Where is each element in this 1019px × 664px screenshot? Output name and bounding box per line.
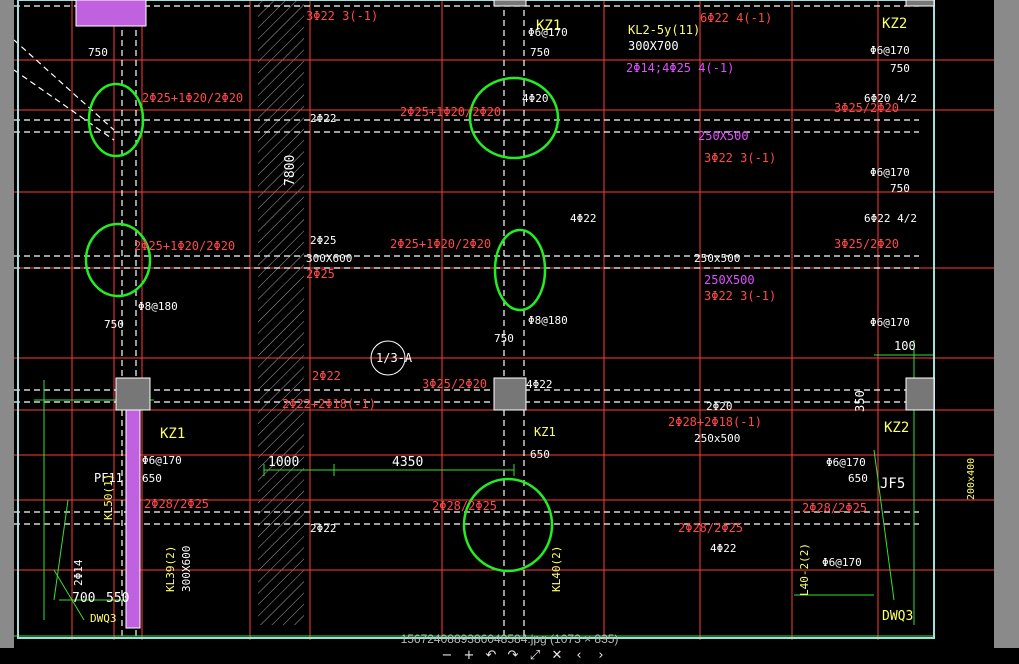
rebar-g1: 4Φ20 bbox=[522, 92, 549, 105]
prev-icon[interactable]: ‹ bbox=[570, 649, 588, 663]
rebar-r8: 2Φ25 bbox=[306, 267, 335, 281]
dimension-7800: 7800 bbox=[283, 155, 298, 186]
rebar-g3: 6Φ22 4/2 bbox=[864, 212, 917, 225]
rebar-r1: 2Φ25+1Φ20/2Φ20 bbox=[400, 105, 501, 119]
rebar-g5: 2Φ20 bbox=[706, 400, 733, 413]
l40-label: L40-2(2) bbox=[798, 543, 811, 596]
rebar-3d: 3Φ22 3(-1) bbox=[704, 289, 776, 303]
rebar-r7: 2Φ22 bbox=[312, 369, 341, 383]
rebar-g11: 2Φ22 bbox=[310, 522, 337, 535]
dim-750-e: 750 bbox=[104, 318, 124, 331]
rebar-r3: 2Φ25+1Φ20/2Φ20 bbox=[390, 237, 491, 251]
section-4: 250x500 bbox=[694, 252, 740, 265]
kz-mid-label: KZ1 bbox=[534, 425, 556, 439]
column-top-right bbox=[905, 0, 935, 7]
delete-icon[interactable]: ✕ bbox=[548, 649, 566, 663]
dim-750-f: 750 bbox=[494, 332, 514, 345]
highlight-circle-3 bbox=[84, 222, 152, 298]
axis-label: 1/3-A bbox=[376, 351, 413, 365]
cad-drawing-image[interactable]: 1/3-A KZ1 KZ2 KL2-5y(11) 300X700 2Φ14;4Φ… bbox=[14, 0, 994, 648]
section-1: 250X500 bbox=[698, 129, 749, 143]
dim-650-a: 650 bbox=[142, 472, 162, 485]
stirrup-2: Φ6@170 bbox=[870, 44, 910, 57]
kz2-mid-label: KZ2 bbox=[884, 420, 909, 436]
kl50-label: KL50(1) bbox=[102, 474, 115, 520]
dim-650-c: 650 bbox=[848, 472, 868, 485]
rebar-r11: 2Φ28/2Φ25 bbox=[802, 501, 867, 515]
stirrup-9: Φ6@170 bbox=[822, 556, 862, 569]
stirrup-4: Φ6@170 bbox=[870, 316, 910, 329]
zoom-out-icon[interactable]: − bbox=[438, 649, 456, 663]
stirrup-1: Φ6@170 bbox=[528, 26, 568, 39]
dim-650-b: 650 bbox=[530, 448, 550, 461]
kl2-label: KL2-5y(11) bbox=[628, 23, 700, 37]
rebar-g7: 2Φ14 bbox=[72, 559, 85, 586]
rebar-3c: 3Φ22 3(-1) bbox=[704, 151, 776, 165]
rebar-g8: 4Φ22 bbox=[710, 542, 737, 555]
zoom-in-icon[interactable]: + bbox=[460, 649, 478, 663]
rebar-r12: 2Φ28+2Φ18(-1) bbox=[668, 415, 762, 429]
rebar-r15: 2Φ22+2Φ18(-1) bbox=[282, 397, 376, 411]
kl40-label: KL40(2) bbox=[550, 546, 563, 592]
rebar-r4: 2Φ25+1Φ20/2Φ20 bbox=[134, 239, 235, 253]
stirrup-3: Φ6@170 bbox=[870, 166, 910, 179]
rebar-r6: 3Φ25/2Φ20 bbox=[834, 237, 899, 251]
next-icon[interactable]: › bbox=[592, 649, 610, 663]
rebar-r2: 2Φ25+1Φ20/2Φ20 bbox=[142, 91, 243, 105]
rebar-r10: 2Φ28/2Φ25 bbox=[432, 499, 497, 513]
viewer-toolbar: − + ↶ ↷ ⤢ ✕ ‹ › bbox=[0, 648, 1019, 664]
rebar-r14: 3Φ25/2Φ20 bbox=[422, 377, 487, 391]
dim-750-b: 750 bbox=[530, 46, 550, 59]
dimension-1000: 1000 bbox=[268, 455, 299, 470]
section-3: 300X600 bbox=[306, 252, 352, 265]
dim-750-c: 750 bbox=[890, 62, 910, 75]
rebar-g10: 2Φ25 bbox=[310, 234, 337, 247]
rebar-g9: 2Φ22 bbox=[310, 112, 337, 125]
stirrup-6: Φ8@180 bbox=[528, 314, 568, 327]
dimension-700: 700 bbox=[72, 591, 95, 606]
section-6: 200x400 bbox=[966, 458, 977, 500]
column-kz1-top bbox=[75, 0, 147, 27]
column-kz1-a bbox=[115, 377, 151, 411]
rebar-3b: 6Φ22 4(-1) bbox=[700, 11, 772, 25]
rebar-g4: 6Φ20 4/2 bbox=[864, 92, 917, 105]
column-kz2 bbox=[905, 377, 935, 411]
image-viewer: 1/3-A KZ1 KZ2 KL2-5y(11) 300X700 2Φ14;4Φ… bbox=[0, 0, 1019, 664]
rebar-g6: 4Φ22 bbox=[526, 378, 553, 391]
rebar-r9: 2Φ28/2Φ25 bbox=[144, 497, 209, 511]
dimension-550: 550 bbox=[106, 591, 129, 606]
column-top-mid bbox=[493, 0, 527, 7]
image-caption: 1567240889386048584.jpg (1073 × 835) bbox=[400, 632, 619, 646]
rebar-3a: 3Φ22 3(-1) bbox=[306, 9, 378, 23]
rebar-g2: 4Φ22 bbox=[570, 212, 597, 225]
dwq3-label-b: DWQ3 bbox=[90, 612, 117, 625]
dimension-4350: 4350 bbox=[392, 455, 423, 470]
jf5-label: JF5 bbox=[880, 476, 905, 492]
dim-750-d: 750 bbox=[890, 182, 910, 195]
stirrup-5: Φ8@180 bbox=[138, 300, 178, 313]
rotate-left-icon[interactable]: ↶ bbox=[482, 649, 500, 663]
dimension-350: 350 bbox=[853, 390, 867, 412]
kz2-top-label: KZ2 bbox=[882, 16, 907, 32]
hatched-wall bbox=[258, 0, 304, 625]
kl2-size: 300X700 bbox=[628, 39, 679, 53]
dim-750-a: 750 bbox=[88, 46, 108, 59]
highlight-circle-4 bbox=[493, 228, 547, 312]
dimension-100: 100 bbox=[894, 339, 916, 353]
section-2: 250X500 bbox=[704, 273, 755, 287]
fit-icon[interactable]: ⤢ bbox=[526, 649, 544, 663]
rebar-r13: 2Φ28/2Φ25 bbox=[678, 521, 743, 535]
highlight-circle-5 bbox=[462, 477, 554, 573]
dwq3-label-a: DWQ3 bbox=[882, 609, 913, 624]
kl2-rebar: 2Φ14;4Φ25 4(-1) bbox=[626, 61, 734, 75]
structural-plan-drawing: 1/3-A KZ1 KZ2 KL2-5y(11) 300X700 2Φ14;4Φ… bbox=[14, 0, 994, 640]
stirrup-8: Φ6@170 bbox=[826, 456, 866, 469]
kl39-label: KL39(2) bbox=[164, 546, 177, 592]
section-5: 250x500 bbox=[694, 432, 740, 445]
stirrup-7: Φ6@170 bbox=[142, 454, 182, 467]
column-kz1-b bbox=[493, 377, 527, 411]
rotate-right-icon[interactable]: ↷ bbox=[504, 649, 522, 663]
kz1-mid-label: KZ1 bbox=[160, 426, 185, 442]
kl39-size: 300X600 bbox=[180, 546, 193, 592]
